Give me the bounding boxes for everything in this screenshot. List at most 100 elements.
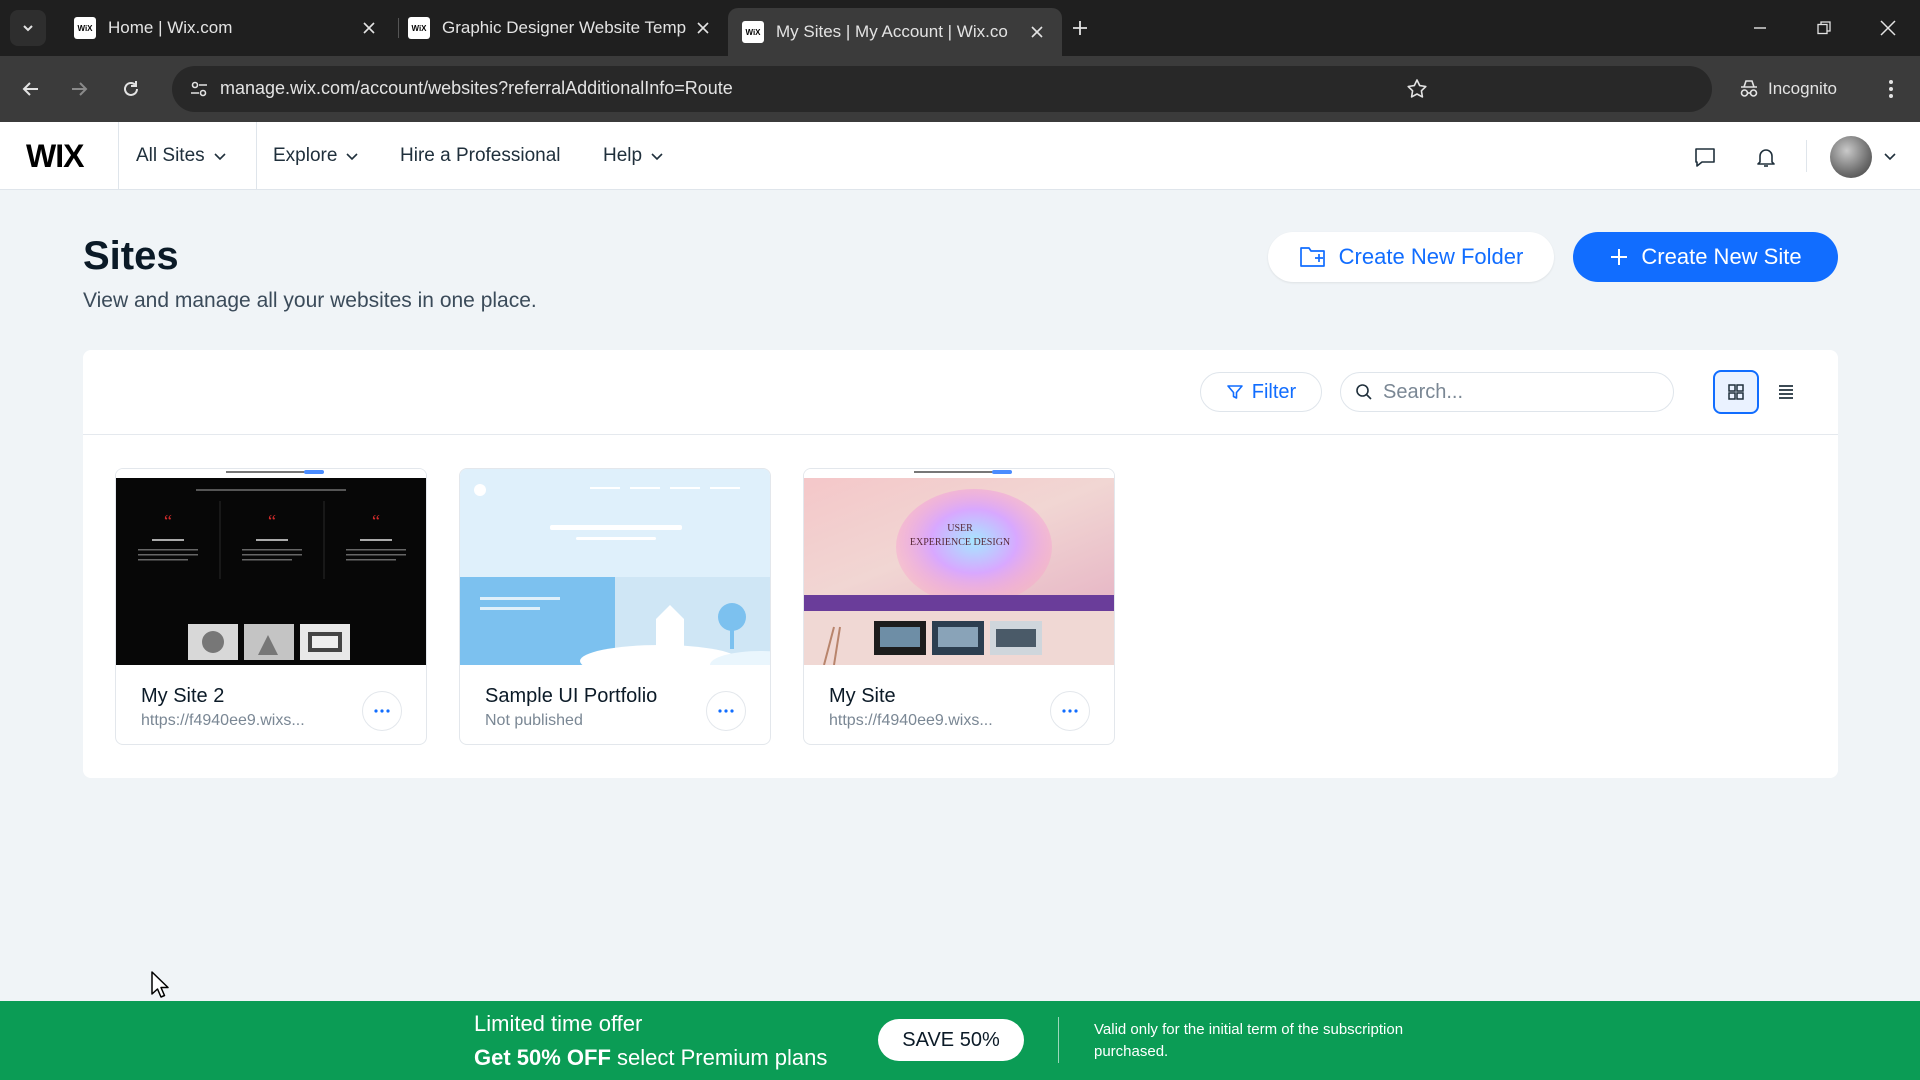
nav-all-sites[interactable]: All Sites <box>136 122 227 190</box>
arrow-left-icon <box>22 82 38 96</box>
restore-icon <box>1817 21 1831 35</box>
address-bar[interactable]: manage.wix.com/account/websites?referral… <box>172 66 1712 112</box>
more-horizontal-icon <box>1062 709 1078 713</box>
wix-favicon-icon: WiX <box>74 17 96 39</box>
incognito-label: Incognito <box>1768 79 1837 98</box>
mouse-cursor-icon <box>151 971 169 998</box>
site-thumbnail[interactable]: USER EXPERIENCE DESIGN <box>804 469 1114 665</box>
filter-icon <box>1226 385 1243 399</box>
filter-button[interactable]: Filter <box>1200 372 1322 412</box>
bookmark-button[interactable] <box>1398 70 1436 108</box>
site-card[interactable]: Sample UI Portfolio Not published <box>459 468 771 745</box>
close-icon[interactable] <box>358 17 380 39</box>
create-new-site-button[interactable]: Create New Site <box>1573 232 1838 282</box>
search-icon <box>1356 384 1372 400</box>
site-status: Not published <box>485 712 583 729</box>
save-50-button[interactable]: SAVE 50% <box>878 1019 1024 1061</box>
incognito-icon <box>1740 80 1758 97</box>
tab-title: Graphic Designer Website Temp <box>442 18 687 37</box>
list-view-toggle[interactable] <box>1763 370 1809 414</box>
promo-offer: Get 50% OFF select Premium plans <box>474 1045 827 1071</box>
site-thumbnail[interactable] <box>460 469 770 665</box>
wix-header: WIX All Sites Explore Hire a Professiona… <box>0 122 1920 190</box>
site-card[interactable]: USER EXPERIENCE DESIGN My Site https://f… <box>803 468 1115 745</box>
browser-tab-home[interactable]: WiX Home | Wix.com <box>60 8 394 48</box>
bell-icon <box>1757 149 1775 167</box>
plus-icon <box>1073 21 1087 35</box>
chevron-down-icon <box>1884 153 1896 161</box>
wix-logo[interactable]: WIX <box>26 138 84 175</box>
browser-tab-templates[interactable]: WiX Graphic Designer Website Temp <box>394 8 728 48</box>
chevron-down-icon <box>651 153 663 161</box>
close-icon[interactable] <box>1026 21 1048 43</box>
nav-label: Hire a Professional <box>400 145 561 166</box>
create-new-site-label: Create New Site <box>1641 244 1802 269</box>
site-url: https://f4940ee9.wixs... <box>829 712 993 729</box>
close-icon[interactable] <box>692 17 714 39</box>
back-button[interactable] <box>12 70 50 108</box>
create-new-folder-button[interactable]: Create New Folder <box>1268 232 1554 282</box>
thumb-text: EXPERIENCE DESIGN <box>910 537 1010 548</box>
chevron-down-icon <box>23 25 33 32</box>
site-actions-button[interactable] <box>362 691 402 731</box>
wix-favicon-icon: WiX <box>408 17 430 39</box>
forward-button[interactable] <box>60 70 98 108</box>
reload-button[interactable] <box>112 70 150 108</box>
svg-text:“: “ <box>268 511 276 531</box>
svg-text:“: “ <box>372 511 380 531</box>
nav-help[interactable]: Help <box>603 122 664 190</box>
thumb-text: USER <box>947 523 973 534</box>
nav-label: All Sites <box>136 145 205 166</box>
promo-banner: Limited time offer Get 50% OFF select Pr… <box>0 1001 1920 1080</box>
page-subtitle: View and manage all your websites in one… <box>83 289 537 312</box>
search-input[interactable] <box>1383 380 1653 404</box>
site-name[interactable]: My Site 2 <box>141 685 224 708</box>
tab-search-button[interactable] <box>10 10 46 46</box>
close-window-button[interactable] <box>1868 8 1908 48</box>
site-actions-button[interactable] <box>706 691 746 731</box>
restore-button[interactable] <box>1804 8 1844 48</box>
star-icon <box>1407 79 1427 98</box>
tab-title: My Sites | My Account | Wix.co <box>776 22 1008 41</box>
promo-headline: Limited time offer <box>474 1011 643 1036</box>
notifications-button[interactable] <box>1749 140 1783 174</box>
plus-icon <box>1611 249 1628 265</box>
promo-note: Valid only for the initial term of the s… <box>1094 1021 1404 1060</box>
promo-offer-bold: Get 50% OFF <box>474 1045 611 1070</box>
browser-tab-bar: WiX Home | Wix.com WiX Graphic Designer … <box>0 0 1920 56</box>
site-card[interactable]: “ “ “ My Site 2 https://f4940ee9.wixs... <box>115 468 427 745</box>
site-name[interactable]: My Site <box>829 685 896 708</box>
panel-divider <box>83 434 1838 435</box>
incognito-indicator[interactable]: Incognito <box>1728 68 1860 110</box>
more-horizontal-icon <box>374 709 390 713</box>
site-thumbnail[interactable]: “ “ “ <box>116 469 426 665</box>
page-title: Sites <box>83 234 179 278</box>
nav-divider <box>1806 140 1807 172</box>
nav-explore[interactable]: Explore <box>273 122 359 190</box>
wix-favicon-icon: WiX <box>742 21 764 43</box>
messages-button[interactable] <box>1688 140 1722 174</box>
site-info-button[interactable] <box>180 70 218 108</box>
account-menu-button[interactable] <box>1880 146 1900 166</box>
new-tab-button[interactable] <box>1064 12 1096 44</box>
browser-tab-my-sites[interactable]: WiX My Sites | My Account | Wix.co <box>728 8 1062 56</box>
site-preview-image <box>460 469 770 665</box>
svg-text:“: “ <box>164 511 172 531</box>
search-box[interactable] <box>1340 372 1674 412</box>
minimize-icon <box>1754 27 1766 29</box>
nav-hire-a-professional[interactable]: Hire a Professional <box>400 122 561 190</box>
site-url: https://f4940ee9.wixs... <box>141 712 305 729</box>
site-preview-image: “ “ “ <box>116 469 426 665</box>
folder-plus-icon <box>1299 247 1325 267</box>
avatar[interactable] <box>1830 136 1872 178</box>
minimize-button[interactable] <box>1740 8 1780 48</box>
browser-menu-button[interactable] <box>1872 70 1910 108</box>
url-text[interactable]: manage.wix.com/account/websites?referral… <box>220 78 733 99</box>
browser-toolbar: manage.wix.com/account/websites?referral… <box>0 56 1920 122</box>
site-name[interactable]: Sample UI Portfolio <box>485 685 657 708</box>
tune-icon <box>191 81 207 97</box>
grid-view-toggle[interactable] <box>1713 370 1759 414</box>
site-actions-button[interactable] <box>1050 691 1090 731</box>
arrow-right-icon <box>72 82 88 96</box>
list-icon <box>1779 385 1793 399</box>
